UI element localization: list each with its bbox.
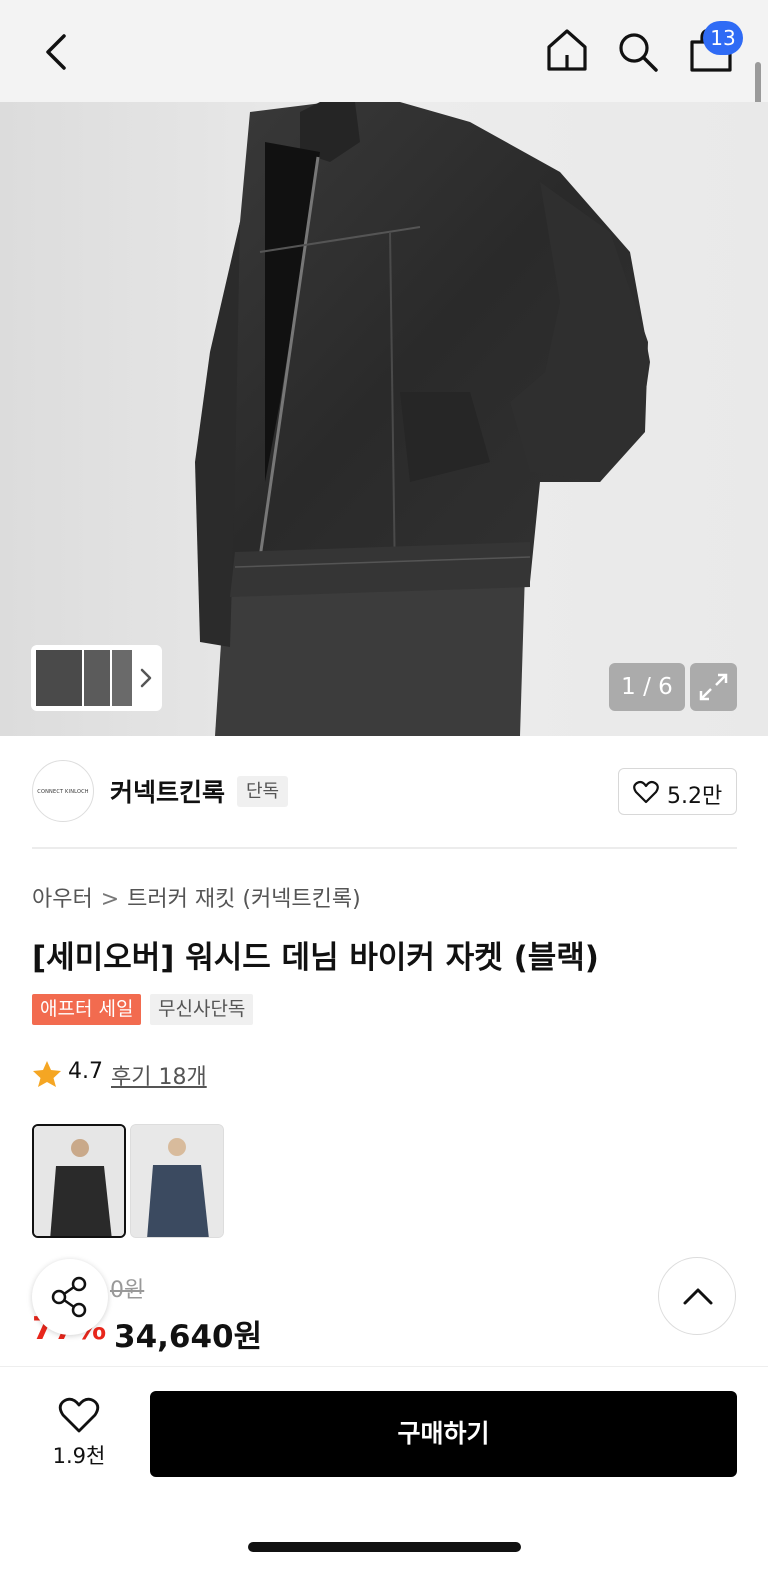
share-button[interactable] bbox=[32, 1259, 108, 1335]
scroll-to-top-button[interactable] bbox=[658, 1257, 736, 1335]
breadcrumb-subcategory[interactable]: 트러커 재킷 (커넥트킨록) bbox=[127, 887, 361, 912]
top-navigation-bar: 13 bbox=[0, 0, 768, 102]
star-icon bbox=[33, 1061, 61, 1087]
brand-logo[interactable]: CONNECT KINLOCH bbox=[32, 760, 94, 822]
thumbnail-strip[interactable] bbox=[31, 645, 162, 711]
thumbnail-image[interactable] bbox=[84, 650, 110, 706]
sale-badge: 애프터 세일 bbox=[32, 994, 142, 1025]
search-icon[interactable] bbox=[616, 30, 660, 74]
sale-price: 34,640원 bbox=[114, 1319, 263, 1355]
exclusive-badge: 무신사단독 bbox=[150, 994, 254, 1025]
wishlist-count: 1.9천 bbox=[52, 1444, 106, 1468]
brand-name[interactable]: 커넥트킨록 bbox=[110, 773, 225, 809]
expand-image-button[interactable] bbox=[690, 663, 737, 711]
wishlist-button[interactable]: 1.9천 bbox=[44, 1392, 114, 1472]
original-price: 0원 bbox=[110, 1278, 145, 1303]
chevron-right-icon: > bbox=[100, 887, 120, 912]
thumbnail-image[interactable] bbox=[112, 650, 132, 706]
breadcrumb-category[interactable]: 아우터 bbox=[32, 887, 93, 912]
cart-count-badge: 13 bbox=[703, 21, 743, 55]
home-icon[interactable] bbox=[545, 27, 589, 73]
share-icon bbox=[51, 1276, 87, 1318]
chevron-right-icon[interactable] bbox=[139, 667, 153, 689]
brand-like-count: 5.2만 bbox=[667, 784, 723, 809]
breadcrumb: 아우터 > 트러커 재킷 (커넥트킨록) bbox=[32, 881, 361, 913]
buy-button[interactable]: 구매하기 bbox=[150, 1391, 737, 1477]
swatch-image bbox=[131, 1125, 223, 1237]
color-swatch-blue[interactable] bbox=[130, 1124, 224, 1238]
product-title: [세미오버] 워시드 데님 바이커 자켓 (블랙) bbox=[32, 940, 599, 976]
divider bbox=[32, 847, 737, 849]
brand-exclusive-tag: 단독 bbox=[237, 776, 289, 807]
product-main-image[interactable]: 1 / 6 bbox=[0, 102, 768, 736]
home-indicator bbox=[248, 1542, 521, 1552]
color-swatch-black[interactable] bbox=[32, 1124, 126, 1238]
back-arrow-icon[interactable] bbox=[38, 30, 78, 74]
expand-icon bbox=[699, 673, 728, 701]
heart-icon bbox=[633, 780, 659, 804]
heart-icon bbox=[58, 1397, 100, 1433]
brand-like-button[interactable]: 5.2만 bbox=[618, 768, 737, 815]
thumbnail-image[interactable] bbox=[36, 650, 82, 706]
image-counter: 1 / 6 bbox=[609, 663, 685, 711]
chevron-up-icon bbox=[683, 1288, 713, 1305]
swatch-image bbox=[34, 1126, 124, 1236]
product-photo-jacket bbox=[0, 102, 768, 736]
reviews-link[interactable]: 후기 18개 bbox=[111, 1059, 207, 1091]
rating-score: 4.7 bbox=[68, 1059, 103, 1084]
